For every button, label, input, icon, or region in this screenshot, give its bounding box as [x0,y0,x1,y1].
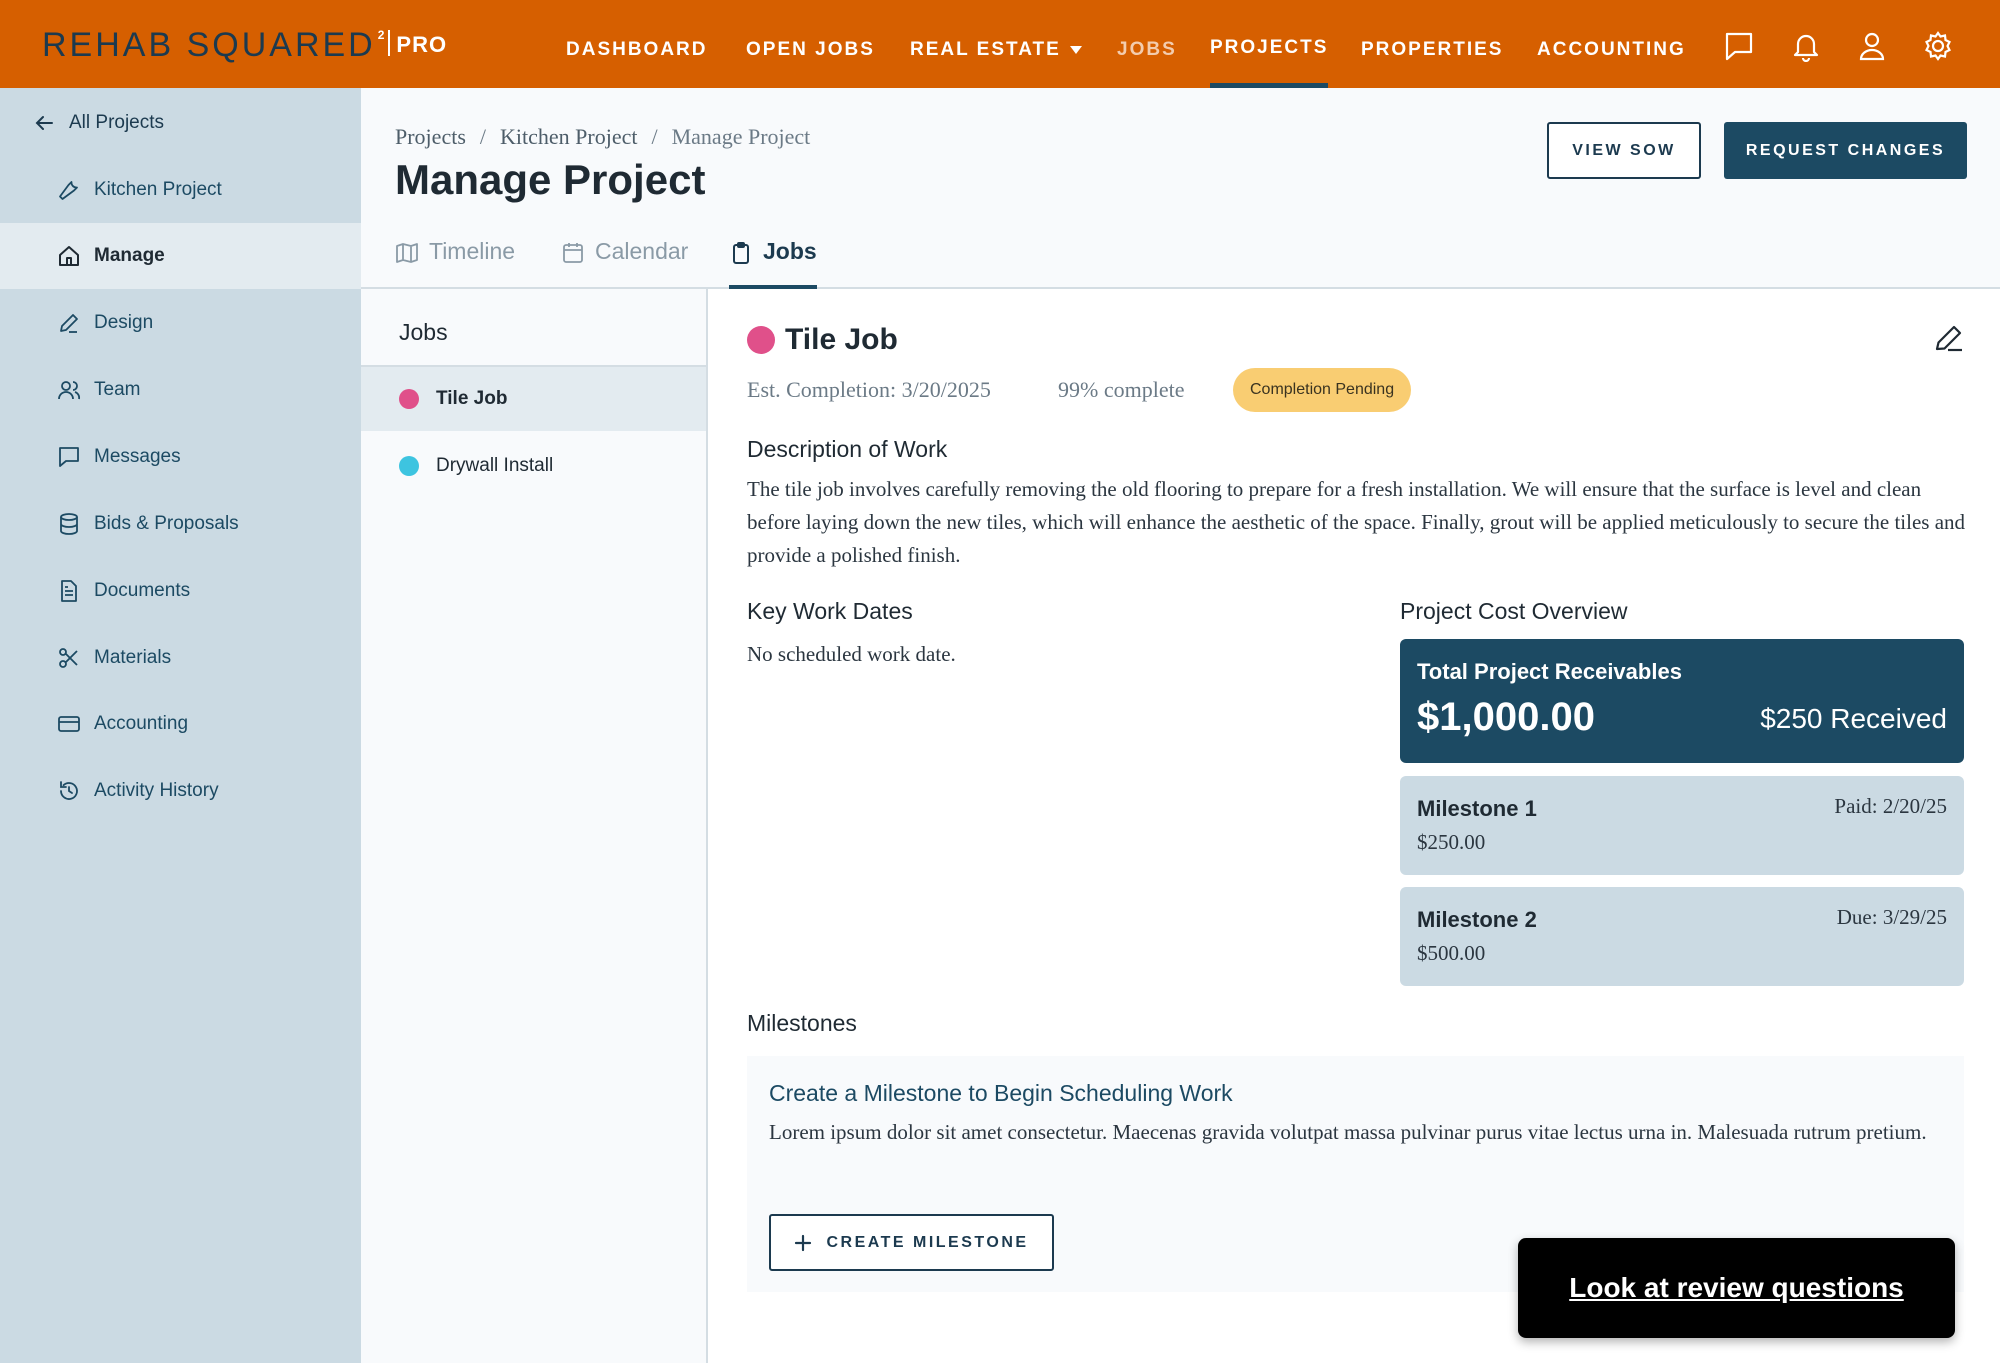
sidebar-item-activity-history[interactable]: Activity History [0,758,361,824]
review-questions-button[interactable]: Look at review questions [1518,1238,1955,1338]
nav-dashboard[interactable]: DASHBOARD [566,0,708,88]
calendar-icon [563,243,583,263]
receivables-card: Total Project Receivables $1,000.00 $250… [1400,639,1964,763]
cost-overview-title: Project Cost Overview [1400,598,1628,624]
brand-tier: PRO [396,32,448,57]
sidebar-item-messages[interactable]: Messages [0,424,361,490]
breadcrumb: Projects / Kitchen Project / Manage Proj… [395,124,810,150]
tab-timeline[interactable]: Timeline [395,238,515,289]
description-text: The tile job involves carefully removing… [747,477,1966,567]
nav-accounting[interactable]: ACCOUNTING [1537,0,1686,88]
receivables-amount: $1,000.00 [1417,695,1595,739]
page-title: Manage Project [395,156,706,203]
nav-real-estate[interactable]: REAL ESTATE [910,0,1083,88]
nav-open-jobs[interactable]: OPEN JOBS [746,0,875,88]
key-work-dates-text: No scheduled work date. [747,642,956,666]
create-milestone-button[interactable]: CREATE MILESTONE [769,1214,1054,1271]
brand-name: REHAB SQUARED [42,26,376,64]
plus-icon [795,1234,812,1251]
database-icon [60,513,78,535]
empty-state-title: Create a Milestone to Begin Scheduling W… [769,1080,1233,1106]
key-work-dates-title: Key Work Dates [747,598,913,624]
milestone-name: Milestone 2 [1417,907,1537,932]
milestone-card[interactable]: Milestone 1 $250.00 Paid: 2/20/25 [1400,776,1964,875]
job-title: Tile Job [785,323,898,356]
job-list-item-tile-job[interactable]: Tile Job [361,365,706,431]
gear-icon[interactable] [1922,30,1954,62]
job-detail: Tile Job Est. Completion: 3/20/2025 99% … [708,289,2000,1363]
breadcrumb-current: Manage Project [671,124,811,149]
user-icon[interactable] [1856,30,1888,62]
history-icon [60,781,78,800]
back-to-all-projects[interactable]: All Projects [0,90,361,156]
sidebar-item-team[interactable]: Team [0,357,361,423]
request-changes-button[interactable]: REQUEST CHANGES [1724,122,1967,179]
job-list-item-drywall-install[interactable]: Drywall Install [361,433,706,499]
brand-superscript: 2 [377,28,385,42]
map-icon [396,243,418,263]
message-icon [59,447,79,467]
job-color-dot [399,389,419,409]
sidebar-item-design[interactable]: Design [0,290,361,356]
sidebar-item-materials[interactable]: Materials [0,625,361,691]
milestone-status: Paid: 2/20/25 [1834,794,1947,818]
arrow-left-icon [35,116,53,130]
milestone-amount: $500.00 [1417,941,1486,965]
sidebar-item-accounting[interactable]: Accounting [0,691,361,757]
job-color-dot [747,326,775,354]
users-icon [58,381,81,400]
scissors-icon [59,648,78,668]
est-completion: Est. Completion: 3/20/2025 [747,377,991,402]
brand-logo[interactable]: REHAB SQUARED 2 PRO [42,24,447,66]
milestone-card[interactable]: Milestone 2 $500.00 Due: 3/29/25 [1400,887,1964,986]
nav-properties[interactable]: PROPERTIES [1361,0,1503,88]
milestones-title: Milestones [747,1010,857,1036]
home-icon [59,246,79,266]
pencil-icon [60,314,78,333]
breadcrumb-separator: / [479,124,487,149]
description-title: Description of Work [747,436,948,462]
top-nav-bar: REHAB SQUARED 2 PRO DASHBOARD OPEN JOBS … [0,0,2000,88]
edit-icon[interactable] [1933,322,1965,354]
job-title-row: Tile Job [747,323,898,357]
sidebar-item-manage[interactable]: Manage [0,223,361,289]
receivables-label: Total Project Receivables [1417,659,1682,684]
sidebar-item-bids-proposals[interactable]: Bids & Proposals [0,491,361,557]
chat-icon[interactable] [1723,30,1755,62]
caret-down-icon [1069,46,1082,54]
received-amount: $250 Received [1760,703,1947,734]
sidebar-item-kitchen-project[interactable]: Kitchen Project [0,157,361,223]
sidebar: All Projects Kitchen Project Manage Desi… [0,88,361,1363]
breadcrumb-separator: / [651,124,658,149]
empty-state-text: Lorem ipsum dolor sit amet consectetur. … [769,1120,1927,1144]
wrench-icon [59,181,78,200]
percent-complete: 99% complete [1058,377,1185,402]
view-sow-button[interactable]: VIEW SOW [1547,122,1701,179]
breadcrumb-projects[interactable]: Projects [395,124,466,150]
clipboard-icon [733,242,749,264]
milestone-amount: $250.00 [1417,830,1486,854]
status-badge: Completion Pending [1233,368,1412,412]
job-color-dot [399,456,419,476]
tab-jobs[interactable]: Jobs [729,238,817,289]
milestone-status: Due: 3/29/25 [1836,905,1947,929]
tab-calendar[interactable]: Calendar [561,238,688,289]
page-header: Projects / Kitchen Project / Manage Proj… [361,88,2000,289]
bell-icon[interactable] [1790,30,1822,62]
jobs-panel-title: Jobs [399,319,448,345]
nav-jobs[interactable]: JOBS [1117,0,1177,88]
milestone-name: Milestone 1 [1417,796,1537,821]
nav-projects[interactable]: PROJECTS [1210,0,1329,88]
sidebar-item-documents[interactable]: Documents [0,558,361,624]
jobs-panel: Jobs Tile Job Drywall Install [361,289,708,1363]
credit-card-icon [58,716,80,732]
document-icon [61,580,77,602]
breadcrumb-kitchen-project[interactable]: Kitchen Project [500,124,637,150]
brand-divider [388,30,391,56]
